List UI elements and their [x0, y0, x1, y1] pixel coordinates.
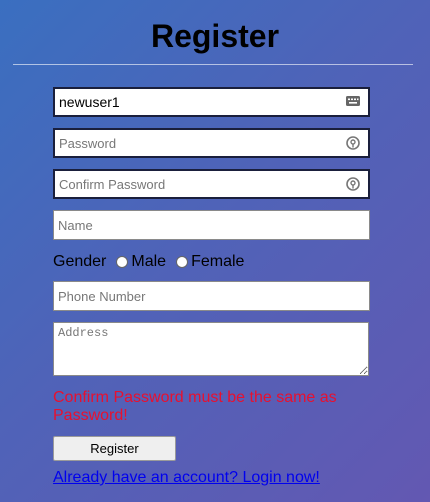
gender-row: Gender Male Female	[53, 251, 250, 273]
female-radio-label[interactable]: Female	[191, 253, 244, 271]
confirm-password-input[interactable]	[53, 169, 370, 199]
title-divider	[13, 64, 413, 65]
error-message: Confirm Password must be the same as Pas…	[53, 389, 337, 424]
gender-label: Gender	[53, 253, 107, 270]
username-input[interactable]	[53, 87, 370, 117]
password-reveal-icon[interactable]	[345, 135, 361, 151]
address-textarea[interactable]	[53, 322, 369, 376]
male-radio-label[interactable]: Male	[131, 253, 166, 271]
phone-number-input[interactable]	[53, 281, 370, 311]
register-button[interactable]: Register	[53, 436, 176, 461]
keyboard-icon[interactable]	[345, 93, 361, 109]
login-link[interactable]: Already have an account? Login now!	[53, 469, 320, 487]
password-reveal-icon[interactable]	[345, 176, 361, 192]
password-input[interactable]	[53, 128, 370, 158]
male-radio[interactable]	[116, 256, 129, 268]
page-title: Register	[150, 18, 280, 54]
female-radio[interactable]	[176, 256, 189, 268]
name-input[interactable]	[53, 210, 370, 240]
